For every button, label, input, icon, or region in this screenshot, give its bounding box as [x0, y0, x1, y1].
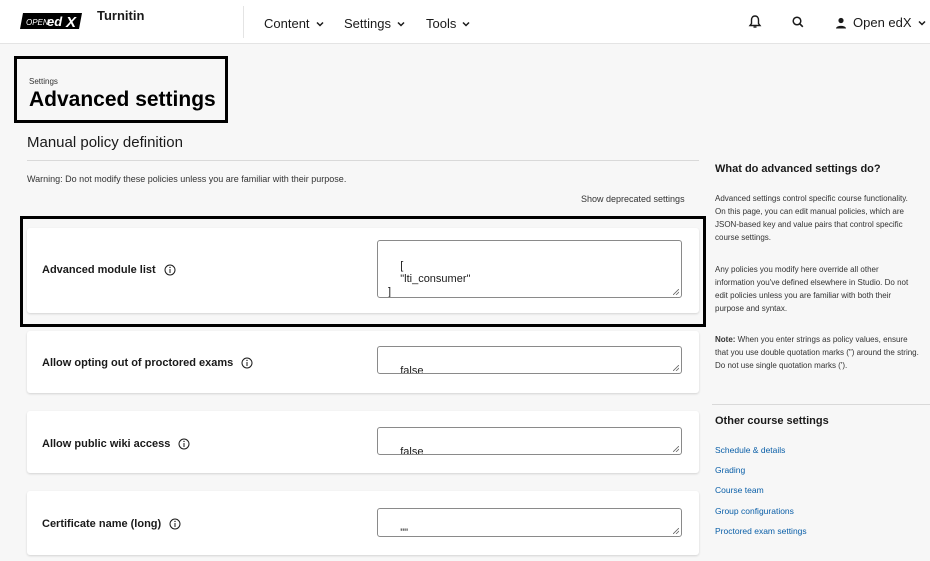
- divider: [27, 160, 699, 161]
- nav-settings-label: Settings: [344, 16, 391, 31]
- open-edx-logo[interactable]: OPEN ed X: [20, 11, 82, 31]
- nav-divider: [243, 6, 244, 38]
- setting-label-text: Certificate name (long): [42, 518, 162, 530]
- warning-text: Warning: Do not modify these policies un…: [27, 174, 347, 184]
- page-title-highlight: Settings Advanced settings: [14, 56, 228, 123]
- link-group-configurations[interactable]: Group configurations: [715, 506, 794, 516]
- setting-label: Allow opting out of proctored exams: [42, 357, 253, 369]
- show-deprecated-button[interactable]: Show deprecated settings: [581, 194, 685, 204]
- svg-text:ed: ed: [47, 14, 63, 29]
- link-course-team[interactable]: Course team: [715, 485, 764, 495]
- link-grading[interactable]: Grading: [715, 465, 745, 475]
- course-title: Turnitin: [97, 8, 145, 23]
- nav-content-label: Content: [264, 16, 310, 31]
- nav-content-menu[interactable]: Content: [264, 16, 325, 31]
- setting-label-text: Allow public wiki access: [42, 438, 171, 450]
- svg-text:OPEN: OPEN: [26, 18, 49, 27]
- user-name: Open edX: [853, 15, 912, 30]
- page-title: Advanced settings: [29, 88, 216, 111]
- info-icon[interactable]: [241, 357, 253, 369]
- setting-card-allow-opting-out: Allow opting out of proctored exams fals…: [27, 331, 699, 393]
- advanced-module-list-input[interactable]: [ "lti_consumer" ]: [377, 240, 682, 298]
- resize-handle-icon[interactable]: [673, 365, 679, 371]
- setting-card-certificate-name-long: Certificate name (long) "": [27, 491, 699, 555]
- sidebar-divider: [712, 404, 930, 405]
- nav-tools-label: Tools: [426, 16, 457, 31]
- setting-value: "": [400, 527, 409, 537]
- note-text: When you enter strings as policy values,…: [715, 335, 919, 370]
- resize-handle-icon[interactable]: [673, 446, 679, 452]
- bell-icon[interactable]: [747, 14, 763, 30]
- resize-handle-icon[interactable]: [673, 528, 679, 534]
- breadcrumb: Settings: [29, 77, 58, 86]
- link-schedule-details[interactable]: Schedule & details: [715, 445, 785, 455]
- sidebar-heading-other: Other course settings: [715, 415, 829, 427]
- setting-label: Allow public wiki access: [42, 438, 190, 450]
- chevron-down-icon: [918, 20, 926, 26]
- sidebar-note: Note: When you enter strings as policy v…: [715, 333, 920, 372]
- setting-value: false: [400, 446, 424, 455]
- info-icon[interactable]: [169, 518, 181, 530]
- nav-settings-menu[interactable]: Settings: [344, 16, 406, 31]
- certificate-name-long-input[interactable]: "": [377, 508, 682, 537]
- resize-handle-icon[interactable]: [673, 289, 679, 295]
- sidebar-paragraph: Advanced settings control specific cours…: [715, 194, 908, 242]
- search-icon[interactable]: [790, 14, 806, 30]
- setting-label-text: Advanced module list: [42, 264, 156, 276]
- chevron-down-icon: [316, 21, 324, 27]
- setting-label: Advanced module list: [42, 264, 176, 276]
- user-menu[interactable]: Open edX: [834, 15, 927, 30]
- setting-card-allow-public-wiki: Allow public wiki access false: [27, 411, 699, 473]
- nav-tools-menu[interactable]: Tools: [426, 16, 471, 31]
- link-proctored-exam-settings[interactable]: Proctored exam settings: [715, 526, 807, 536]
- note-label: Note:: [715, 335, 736, 344]
- chevron-down-icon: [397, 21, 405, 27]
- info-icon[interactable]: [178, 438, 190, 450]
- user-icon: [836, 17, 846, 28]
- setting-label-text: Allow opting out of proctored exams: [42, 357, 234, 369]
- allow-public-wiki-input[interactable]: false: [377, 427, 682, 455]
- setting-value: [ "lti_consumer" ]: [388, 260, 471, 298]
- top-header: OPEN ed X Turnitin Content Settings Tool…: [0, 0, 930, 44]
- setting-card-advanced-module-list: Advanced module list [ "lti_consumer" ]: [27, 228, 699, 313]
- sidebar-heading-what: What do advanced settings do?: [715, 163, 881, 175]
- allow-opting-out-input[interactable]: false: [377, 346, 682, 374]
- section-heading: Manual policy definition: [27, 134, 183, 151]
- chevron-down-icon: [462, 21, 470, 27]
- svg-text:X: X: [65, 14, 77, 31]
- setting-value: false: [400, 365, 424, 374]
- setting-label: Certificate name (long): [42, 518, 181, 530]
- info-icon[interactable]: [164, 264, 176, 276]
- sidebar-paragraph: Any policies you modify here override al…: [715, 265, 909, 313]
